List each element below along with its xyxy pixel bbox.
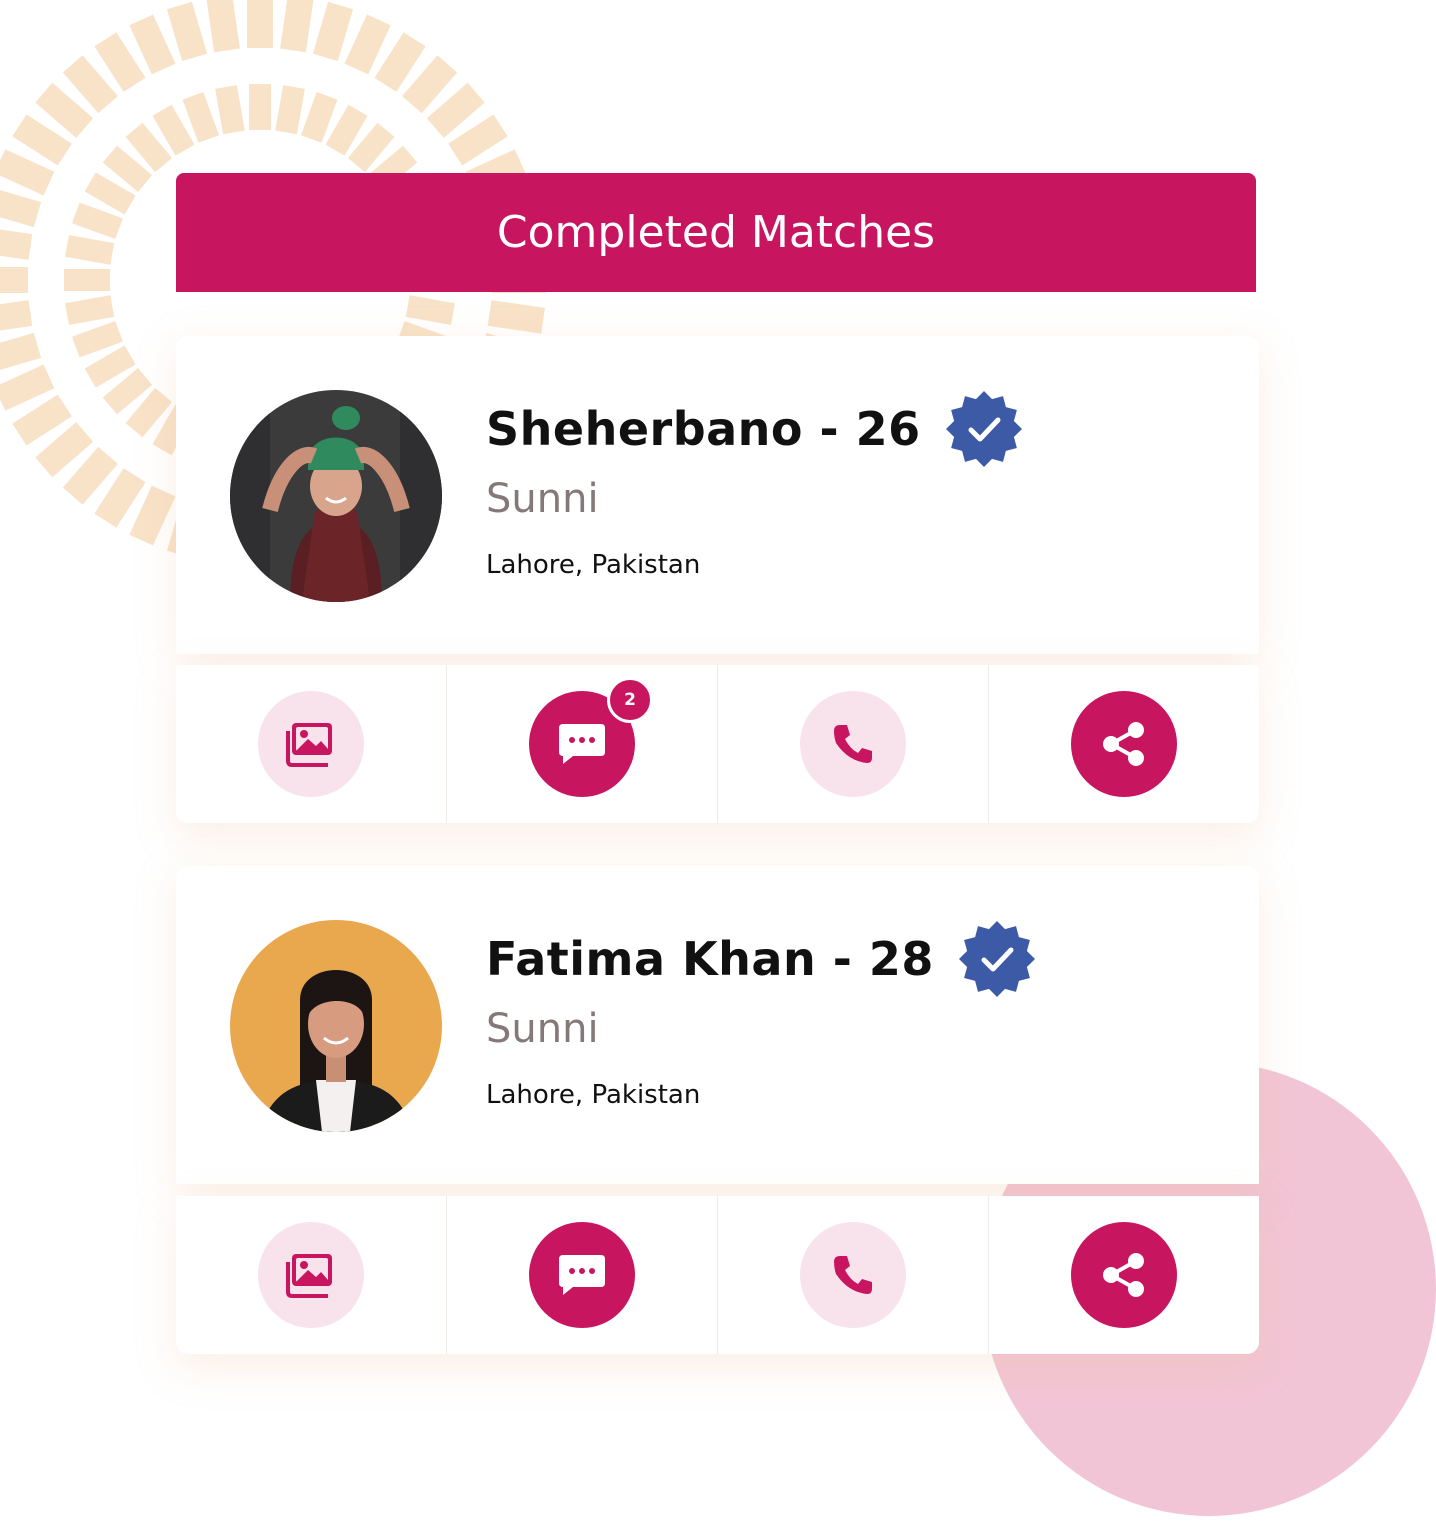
sunburst-ray bbox=[166, 1, 208, 62]
sunburst-ray bbox=[487, 300, 545, 334]
action-cell-gallery bbox=[176, 1196, 447, 1354]
sunburst-ray bbox=[129, 14, 176, 75]
sunburst-ray bbox=[405, 295, 455, 325]
sunburst-ray bbox=[448, 114, 508, 166]
sunburst-ray bbox=[94, 468, 146, 528]
sunburst-ray bbox=[65, 295, 115, 325]
verified-badge-icon bbox=[958, 921, 1035, 997]
sunburst-ray bbox=[72, 320, 123, 358]
sunburst-ray bbox=[0, 332, 42, 370]
action-cell-chat: 2 bbox=[447, 665, 718, 823]
sunburst-ray bbox=[206, 0, 240, 53]
sunburst-ray bbox=[102, 145, 153, 193]
sunburst-ray bbox=[347, 122, 395, 173]
sunburst-ray bbox=[0, 300, 33, 331]
name-row: Sheherbano - 26 bbox=[486, 390, 1023, 468]
avatar[interactable] bbox=[230, 390, 442, 602]
match-sect: Sunni bbox=[486, 1006, 599, 1052]
gallery-icon bbox=[286, 723, 332, 767]
share-icon bbox=[1103, 1253, 1144, 1297]
name-row: Fatima Khan - 28 bbox=[486, 920, 1036, 998]
chat-button[interactable]: 2 bbox=[529, 677, 653, 797]
avatar[interactable] bbox=[230, 920, 442, 1132]
phone-icon bbox=[834, 725, 872, 763]
sunburst-ray bbox=[72, 202, 123, 240]
sunburst-ray bbox=[0, 229, 33, 260]
action-cell-phone bbox=[718, 665, 989, 823]
sunburst-ray bbox=[102, 367, 153, 415]
sunburst-ray bbox=[312, 1, 354, 62]
match-location: Lahore, Pakistan bbox=[486, 1080, 701, 1110]
sunburst-ray bbox=[125, 122, 173, 173]
share-icon bbox=[1103, 722, 1144, 766]
share-button[interactable] bbox=[1071, 1222, 1177, 1328]
sunburst-ray bbox=[280, 0, 314, 53]
completed-matches-header: Completed Matches bbox=[176, 173, 1256, 292]
action-cell-phone bbox=[718, 1196, 989, 1354]
sunburst-ray bbox=[62, 446, 118, 505]
sunburst-ray bbox=[65, 235, 115, 265]
sunburst-ray bbox=[325, 104, 368, 156]
match-sect: Sunni bbox=[486, 476, 599, 522]
sunburst-ray bbox=[125, 387, 173, 438]
sunburst-ray bbox=[426, 82, 485, 138]
sunburst-ray bbox=[84, 172, 136, 215]
profile-photo-2 bbox=[230, 920, 442, 1132]
sunburst-ray bbox=[215, 85, 245, 135]
match-card-1[interactable]: Sheherbano - 26 Sunni Lahore, Pakistan bbox=[176, 336, 1259, 654]
chat-icon bbox=[559, 1255, 605, 1295]
sunburst-ray bbox=[182, 92, 220, 143]
match-name-age: Fatima Khan - 28 bbox=[486, 932, 934, 986]
match-location: Lahore, Pakistan bbox=[486, 550, 701, 580]
call-button[interactable] bbox=[800, 1222, 906, 1328]
sunburst-ray bbox=[12, 114, 72, 166]
sunburst-ray bbox=[374, 32, 426, 92]
match-card-2[interactable]: Fatima Khan - 28 Sunni Lahore, Pakistan bbox=[176, 866, 1259, 1184]
action-cell-chat bbox=[447, 1196, 718, 1354]
verified-badge-icon bbox=[945, 391, 1022, 467]
sunburst-ray bbox=[0, 364, 55, 411]
match-actions-1: 2 bbox=[176, 665, 1259, 823]
sunburst-ray bbox=[35, 82, 94, 138]
sunburst-ray bbox=[275, 85, 305, 135]
sunburst-ray bbox=[62, 55, 118, 114]
chat-button[interactable] bbox=[529, 1222, 635, 1328]
sunburst-ray bbox=[402, 55, 458, 114]
sunburst-ray bbox=[84, 345, 136, 388]
chat-icon bbox=[559, 724, 605, 764]
action-cell-share bbox=[989, 1196, 1259, 1354]
match-actions-2 bbox=[176, 1196, 1259, 1354]
action-cell-gallery bbox=[176, 665, 447, 823]
sunburst-ray bbox=[344, 14, 391, 75]
profile-photo-1 bbox=[230, 390, 442, 602]
sunburst-ray bbox=[0, 190, 42, 228]
header-title: Completed Matches bbox=[496, 207, 936, 258]
message-count-badge: 2 bbox=[607, 677, 653, 723]
sunburst-ray bbox=[0, 149, 55, 196]
sunburst-ray bbox=[94, 32, 146, 92]
gallery-button[interactable] bbox=[258, 1222, 364, 1328]
phone-icon bbox=[834, 1256, 872, 1294]
match-name-age: Sheherbano - 26 bbox=[486, 402, 921, 456]
gallery-button[interactable] bbox=[258, 691, 364, 797]
sunburst-ray bbox=[129, 485, 176, 546]
sunburst-ray bbox=[12, 394, 72, 446]
gallery-icon bbox=[286, 1254, 332, 1298]
share-button[interactable] bbox=[1071, 691, 1177, 797]
sunburst-ray bbox=[152, 104, 195, 156]
action-cell-share bbox=[989, 665, 1259, 823]
sunburst-ray bbox=[35, 422, 94, 478]
call-button[interactable] bbox=[800, 691, 906, 797]
sunburst-ray bbox=[300, 92, 338, 143]
